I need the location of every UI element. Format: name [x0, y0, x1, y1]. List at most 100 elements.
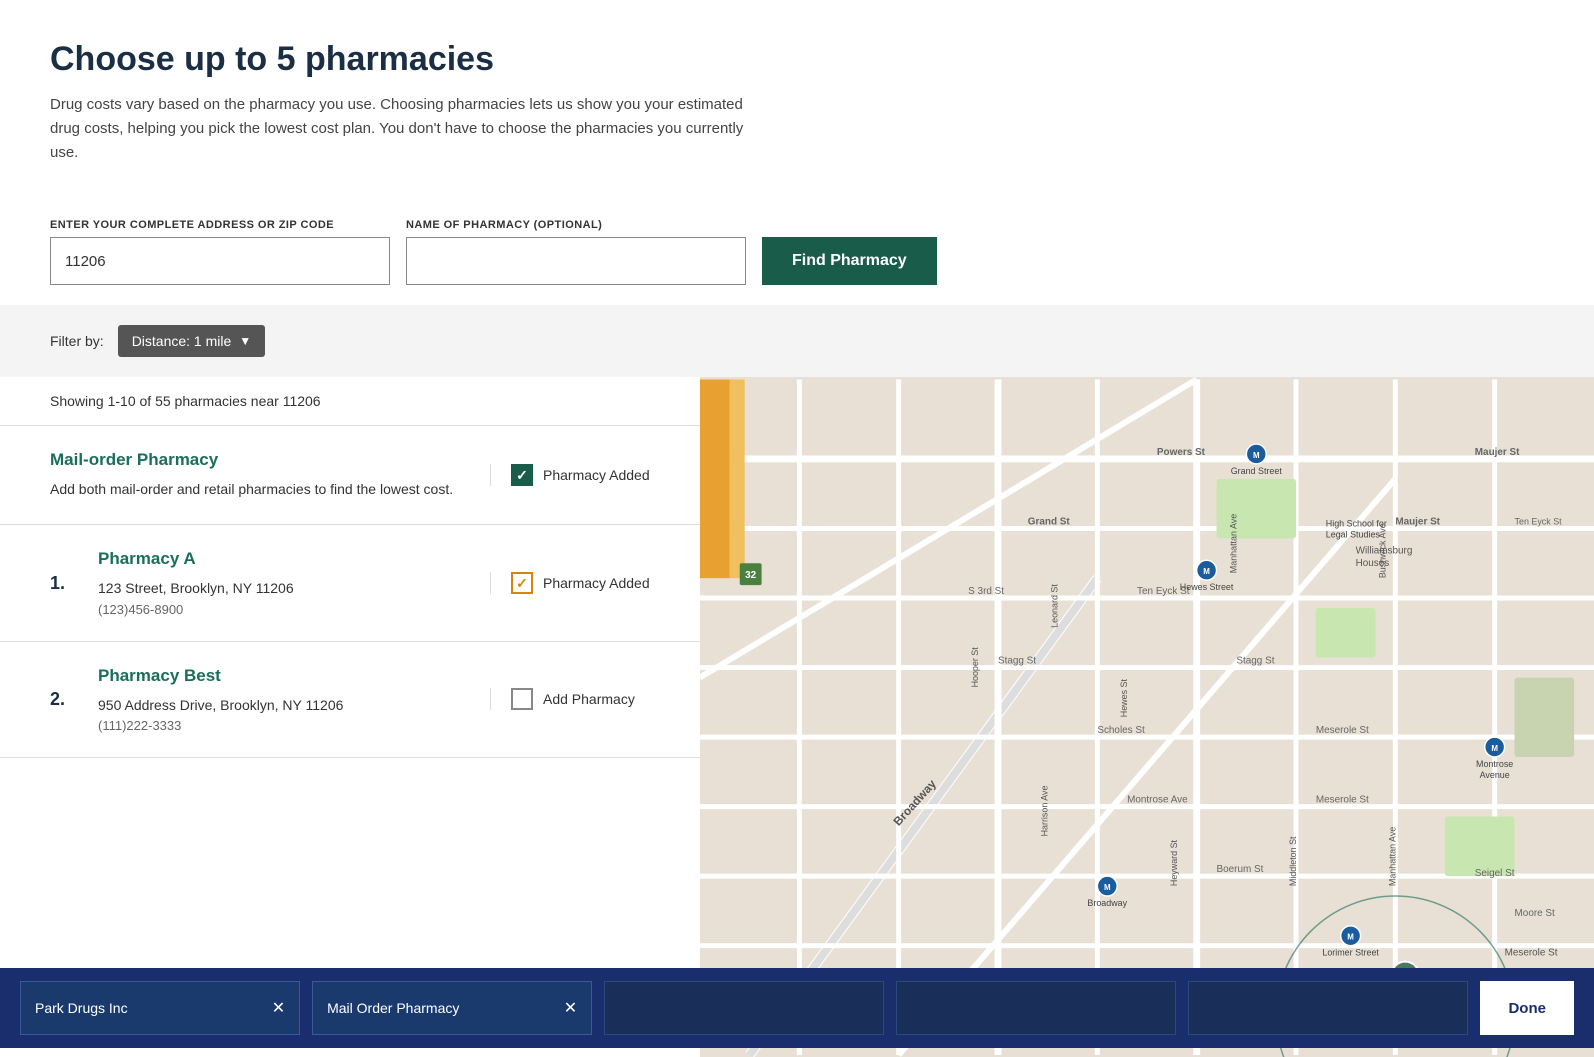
pharmacy-name-field: NAME OF PHARMACY (OPTIONAL) [406, 219, 746, 285]
svg-text:Harrison Ave: Harrison Ave [1040, 785, 1050, 836]
main-area: Showing 1-10 of 55 pharmacies near 11206… [0, 377, 1594, 1057]
pharmacy-list: Showing 1-10 of 55 pharmacies near 11206… [0, 377, 700, 1057]
pharmacy-slot-3 [604, 981, 884, 1035]
map-svg: 32 Powers St Maujer St Maujer St Grand S… [700, 377, 1594, 1057]
svg-text:Broadway: Broadway [1087, 898, 1127, 908]
svg-text:Stagg St: Stagg St [1236, 656, 1274, 667]
slot-1-close-button[interactable]: ✕ [272, 998, 285, 1018]
distance-filter-button[interactable]: Distance: 1 mile ▼ [118, 325, 265, 357]
results-count: Showing 1-10 of 55 pharmacies near 11206 [0, 377, 700, 426]
svg-text:Hewes St: Hewes St [1119, 679, 1129, 718]
find-pharmacy-button[interactable]: Find Pharmacy [762, 237, 937, 285]
map-area: 32 Powers St Maujer St Maujer St Grand S… [700, 377, 1594, 1057]
pharmacy-slot-4 [896, 981, 1176, 1035]
svg-text:Manhattan Ave: Manhattan Ave [1387, 827, 1397, 886]
svg-text:Grand St: Grand St [1028, 517, 1071, 528]
svg-text:Maujer St: Maujer St [1395, 517, 1440, 528]
pharmacy-action-a: ✓ Pharmacy Added [490, 572, 670, 594]
svg-text:Legal Studies: Legal Studies [1326, 529, 1381, 539]
page-wrapper: Choose up to 5 pharmacies Drug costs var… [0, 0, 1594, 1057]
svg-text:Avenue: Avenue [1480, 770, 1510, 780]
pharmacy-address-a: 123 Street, Brooklyn, NY 11206 [98, 577, 470, 599]
pharmacy-description-mail-order: Add both mail-order and retail pharmacie… [50, 478, 470, 500]
pharmacy-info-mail-order: Mail-order Pharmacy Add both mail-order … [50, 450, 470, 500]
filter-label: Filter by: [50, 333, 104, 349]
svg-text:Meserole St: Meserole St [1316, 795, 1369, 806]
svg-text:Heyward St: Heyward St [1169, 839, 1179, 886]
svg-text:32: 32 [745, 570, 757, 581]
distance-filter-label: Distance: 1 mile [132, 333, 232, 349]
checkmark-icon-a: ✓ [516, 576, 528, 590]
pharmacy-checkbox-a[interactable]: ✓ [511, 572, 533, 594]
svg-text:Middleton St: Middleton St [1288, 836, 1298, 886]
svg-text:M: M [1253, 451, 1260, 460]
pharmacy-checkbox-best[interactable] [511, 688, 533, 710]
pharmacy-address-best: 950 Address Drive, Brooklyn, NY 11206 [98, 694, 470, 716]
svg-text:Maujer St: Maujer St [1475, 447, 1520, 458]
pharmacy-name-a[interactable]: Pharmacy A [98, 549, 470, 569]
address-label: ENTER YOUR COMPLETE ADDRESS OR ZIP CODE [50, 219, 390, 231]
address-field: ENTER YOUR COMPLETE ADDRESS OR ZIP CODE [50, 219, 390, 285]
page-description: Drug costs vary based on the pharmacy yo… [50, 93, 770, 165]
svg-text:Ten Eyck St: Ten Eyck St [1515, 517, 1563, 527]
pharmacy-name-mail-order[interactable]: Mail-order Pharmacy [50, 450, 470, 470]
svg-text:Powers St: Powers St [1157, 447, 1206, 458]
slot-2-label: Mail Order Pharmacy [327, 1000, 459, 1016]
svg-text:M: M [1347, 933, 1354, 942]
pharmacy-slot-5 [1188, 981, 1468, 1035]
pharmacy-item-mail-order: Mail-order Pharmacy Add both mail-order … [0, 426, 700, 525]
filter-section: Filter by: Distance: 1 mile ▼ [0, 305, 1594, 377]
pharmacy-name-best[interactable]: Pharmacy Best [98, 666, 470, 686]
checkmark-icon-mail-order: ✓ [516, 468, 528, 482]
pharmacy-slot-1: Park Drugs Inc ✕ [20, 981, 300, 1035]
pharmacy-action-label-best: Add Pharmacy [543, 691, 635, 707]
slot-1-label: Park Drugs Inc [35, 1000, 128, 1016]
svg-text:Moore St: Moore St [1515, 908, 1555, 919]
pharmacy-checkbox-mail-order[interactable]: ✓ [511, 464, 533, 486]
pharmacy-phone-best: (111)222-3333 [98, 718, 470, 733]
svg-text:Williamsburg: Williamsburg [1356, 545, 1413, 556]
done-button[interactable]: Done [1480, 981, 1574, 1035]
svg-text:M: M [1203, 567, 1210, 576]
svg-text:Meserole St: Meserole St [1316, 725, 1369, 736]
address-input[interactable] [50, 237, 390, 285]
svg-text:Houses: Houses [1356, 558, 1390, 569]
svg-text:Lorimer Street: Lorimer Street [1322, 948, 1379, 958]
page-title: Choose up to 5 pharmacies [50, 40, 1544, 79]
pharmacy-action-label-a: Pharmacy Added [543, 575, 650, 591]
search-section: ENTER YOUR COMPLETE ADDRESS OR ZIP CODE … [0, 195, 1594, 305]
svg-text:Montrose: Montrose [1476, 759, 1513, 769]
top-section: Choose up to 5 pharmacies Drug costs var… [0, 0, 1594, 195]
pharmacy-name-label: NAME OF PHARMACY (OPTIONAL) [406, 219, 746, 231]
pharmacy-action-mail-order: ✓ Pharmacy Added [490, 464, 670, 486]
pharmacy-number-a: 1. [50, 573, 78, 594]
svg-text:Boerum St: Boerum St [1217, 864, 1264, 875]
svg-text:M: M [1104, 883, 1111, 892]
pharmacy-info-a: Pharmacy A 123 Street, Brooklyn, NY 1120… [98, 549, 470, 616]
search-row: ENTER YOUR COMPLETE ADDRESS OR ZIP CODE … [50, 219, 1544, 285]
svg-text:Grand Street: Grand Street [1231, 466, 1283, 476]
pharmacy-item-a: 1. Pharmacy A 123 Street, Brooklyn, NY 1… [0, 525, 700, 641]
pharmacy-phone-a: (123)456-8900 [98, 602, 470, 617]
pharmacy-action-best: Add Pharmacy [490, 688, 670, 710]
svg-text:Stagg St: Stagg St [998, 656, 1036, 667]
svg-text:Hewes Street: Hewes Street [1180, 582, 1234, 592]
bottom-bar: Park Drugs Inc ✕ Mail Order Pharmacy ✕ D… [0, 968, 1594, 1048]
pharmacy-action-label-mail-order: Pharmacy Added [543, 467, 650, 483]
svg-text:Leonard St: Leonard St [1050, 584, 1060, 628]
svg-text:M: M [1491, 744, 1498, 753]
svg-text:Meserole St: Meserole St [1505, 948, 1558, 959]
svg-text:Scholes St: Scholes St [1097, 725, 1145, 736]
svg-text:Montrose Ave: Montrose Ave [1127, 795, 1188, 806]
chevron-down-icon: ▼ [239, 334, 251, 348]
svg-text:Manhattan Ave: Manhattan Ave [1228, 514, 1238, 573]
pharmacy-info-best: Pharmacy Best 950 Address Drive, Brookly… [98, 666, 470, 733]
pharmacy-name-input[interactable] [406, 237, 746, 285]
pharmacy-item-best: 2. Pharmacy Best 950 Address Drive, Broo… [0, 642, 700, 758]
pharmacy-slot-2: Mail Order Pharmacy ✕ [312, 981, 592, 1035]
slot-2-close-button[interactable]: ✕ [564, 998, 577, 1018]
svg-text:Seigel St: Seigel St [1475, 868, 1515, 879]
svg-text:S 3rd St: S 3rd St [968, 586, 1004, 597]
svg-text:High School for: High School for [1326, 519, 1387, 529]
svg-text:Hooper St: Hooper St [970, 647, 980, 688]
